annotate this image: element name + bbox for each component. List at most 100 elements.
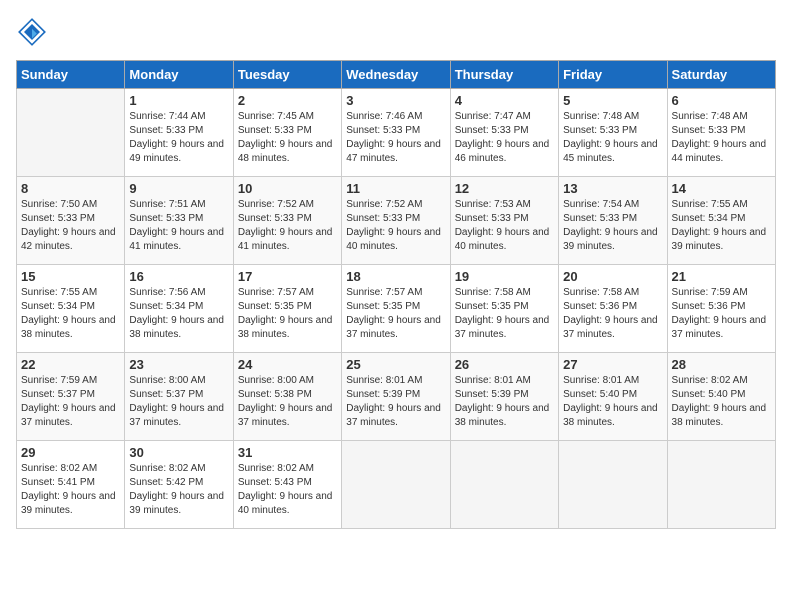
calendar-day: 9 Sunrise: 7:51 AMSunset: 5:33 PMDayligh… bbox=[125, 177, 233, 265]
calendar-day: 26 Sunrise: 8:01 AMSunset: 5:39 PMDaylig… bbox=[450, 353, 558, 441]
calendar-day: 30 Sunrise: 8:02 AMSunset: 5:42 PMDaylig… bbox=[125, 441, 233, 529]
column-header-sunday: Sunday bbox=[17, 61, 125, 89]
calendar-day: 11 Sunrise: 7:52 AMSunset: 5:33 PMDaylig… bbox=[342, 177, 450, 265]
calendar-week-3: 15 Sunrise: 7:55 AMSunset: 5:34 PMDaylig… bbox=[17, 265, 776, 353]
calendar-day: 25 Sunrise: 8:01 AMSunset: 5:39 PMDaylig… bbox=[342, 353, 450, 441]
column-header-tuesday: Tuesday bbox=[233, 61, 341, 89]
day-detail: Sunrise: 7:52 AMSunset: 5:33 PMDaylight:… bbox=[238, 199, 333, 252]
calendar-week-2: 8 Sunrise: 7:50 AMSunset: 5:33 PMDayligh… bbox=[17, 177, 776, 265]
calendar-day: 18 Sunrise: 7:57 AMSunset: 5:35 PMDaylig… bbox=[342, 265, 450, 353]
calendar-day: 28 Sunrise: 8:02 AMSunset: 5:40 PMDaylig… bbox=[667, 353, 775, 441]
calendar-week-4: 22 Sunrise: 7:59 AMSunset: 5:37 PMDaylig… bbox=[17, 353, 776, 441]
calendar-day: 6 Sunrise: 7:48 AMSunset: 5:33 PMDayligh… bbox=[667, 89, 775, 177]
calendar-body: 1 Sunrise: 7:44 AMSunset: 5:33 PMDayligh… bbox=[17, 89, 776, 529]
day-number: 10 bbox=[238, 181, 337, 196]
calendar-day bbox=[17, 89, 125, 177]
day-number: 19 bbox=[455, 269, 554, 284]
day-number: 2 bbox=[238, 93, 337, 108]
calendar-day: 2 Sunrise: 7:45 AMSunset: 5:33 PMDayligh… bbox=[233, 89, 341, 177]
logo-icon bbox=[16, 16, 48, 48]
day-number: 8 bbox=[21, 181, 120, 196]
day-detail: Sunrise: 7:50 AMSunset: 5:33 PMDaylight:… bbox=[21, 199, 116, 252]
calendar-day: 14 Sunrise: 7:55 AMSunset: 5:34 PMDaylig… bbox=[667, 177, 775, 265]
day-detail: Sunrise: 7:47 AMSunset: 5:33 PMDaylight:… bbox=[455, 111, 550, 164]
column-header-monday: Monday bbox=[125, 61, 233, 89]
page-header bbox=[16, 16, 776, 48]
calendar-day: 5 Sunrise: 7:48 AMSunset: 5:33 PMDayligh… bbox=[559, 89, 667, 177]
day-number: 13 bbox=[563, 181, 662, 196]
calendar-day: 4 Sunrise: 7:47 AMSunset: 5:33 PMDayligh… bbox=[450, 89, 558, 177]
day-number: 6 bbox=[672, 93, 771, 108]
day-number: 1 bbox=[129, 93, 228, 108]
calendar-day: 3 Sunrise: 7:46 AMSunset: 5:33 PMDayligh… bbox=[342, 89, 450, 177]
day-number: 15 bbox=[21, 269, 120, 284]
calendar-day bbox=[667, 441, 775, 529]
column-header-thursday: Thursday bbox=[450, 61, 558, 89]
day-detail: Sunrise: 7:59 AMSunset: 5:37 PMDaylight:… bbox=[21, 375, 116, 428]
day-number: 21 bbox=[672, 269, 771, 284]
day-detail: Sunrise: 7:48 AMSunset: 5:33 PMDaylight:… bbox=[672, 111, 767, 164]
day-detail: Sunrise: 8:01 AMSunset: 5:39 PMDaylight:… bbox=[455, 375, 550, 428]
day-number: 16 bbox=[129, 269, 228, 284]
day-number: 14 bbox=[672, 181, 771, 196]
calendar-day: 20 Sunrise: 7:58 AMSunset: 5:36 PMDaylig… bbox=[559, 265, 667, 353]
calendar-week-5: 29 Sunrise: 8:02 AMSunset: 5:41 PMDaylig… bbox=[17, 441, 776, 529]
day-detail: Sunrise: 7:48 AMSunset: 5:33 PMDaylight:… bbox=[563, 111, 658, 164]
day-number: 18 bbox=[346, 269, 445, 284]
calendar-day bbox=[559, 441, 667, 529]
calendar-day bbox=[342, 441, 450, 529]
day-number: 24 bbox=[238, 357, 337, 372]
calendar-week-1: 1 Sunrise: 7:44 AMSunset: 5:33 PMDayligh… bbox=[17, 89, 776, 177]
day-number: 23 bbox=[129, 357, 228, 372]
day-detail: Sunrise: 8:00 AMSunset: 5:38 PMDaylight:… bbox=[238, 375, 333, 428]
day-detail: Sunrise: 7:58 AMSunset: 5:36 PMDaylight:… bbox=[563, 287, 658, 340]
day-detail: Sunrise: 8:00 AMSunset: 5:37 PMDaylight:… bbox=[129, 375, 224, 428]
day-number: 5 bbox=[563, 93, 662, 108]
day-number: 22 bbox=[21, 357, 120, 372]
day-number: 11 bbox=[346, 181, 445, 196]
day-detail: Sunrise: 7:55 AMSunset: 5:34 PMDaylight:… bbox=[672, 199, 767, 252]
day-detail: Sunrise: 7:52 AMSunset: 5:33 PMDaylight:… bbox=[346, 199, 441, 252]
calendar-day: 19 Sunrise: 7:58 AMSunset: 5:35 PMDaylig… bbox=[450, 265, 558, 353]
day-number: 9 bbox=[129, 181, 228, 196]
column-header-friday: Friday bbox=[559, 61, 667, 89]
day-detail: Sunrise: 7:51 AMSunset: 5:33 PMDaylight:… bbox=[129, 199, 224, 252]
day-detail: Sunrise: 8:02 AMSunset: 5:43 PMDaylight:… bbox=[238, 463, 333, 516]
calendar-day: 1 Sunrise: 7:44 AMSunset: 5:33 PMDayligh… bbox=[125, 89, 233, 177]
calendar-day bbox=[450, 441, 558, 529]
day-number: 26 bbox=[455, 357, 554, 372]
column-header-saturday: Saturday bbox=[667, 61, 775, 89]
day-number: 3 bbox=[346, 93, 445, 108]
day-number: 12 bbox=[455, 181, 554, 196]
day-number: 20 bbox=[563, 269, 662, 284]
day-number: 4 bbox=[455, 93, 554, 108]
day-detail: Sunrise: 7:53 AMSunset: 5:33 PMDaylight:… bbox=[455, 199, 550, 252]
calendar-day: 8 Sunrise: 7:50 AMSunset: 5:33 PMDayligh… bbox=[17, 177, 125, 265]
calendar-header-row: SundayMondayTuesdayWednesdayThursdayFrid… bbox=[17, 61, 776, 89]
calendar-day: 21 Sunrise: 7:59 AMSunset: 5:36 PMDaylig… bbox=[667, 265, 775, 353]
calendar-day: 12 Sunrise: 7:53 AMSunset: 5:33 PMDaylig… bbox=[450, 177, 558, 265]
calendar-day: 15 Sunrise: 7:55 AMSunset: 5:34 PMDaylig… bbox=[17, 265, 125, 353]
calendar-day: 16 Sunrise: 7:56 AMSunset: 5:34 PMDaylig… bbox=[125, 265, 233, 353]
day-number: 29 bbox=[21, 445, 120, 460]
day-number: 25 bbox=[346, 357, 445, 372]
calendar-day: 22 Sunrise: 7:59 AMSunset: 5:37 PMDaylig… bbox=[17, 353, 125, 441]
day-detail: Sunrise: 7:57 AMSunset: 5:35 PMDaylight:… bbox=[346, 287, 441, 340]
calendar-day: 29 Sunrise: 8:02 AMSunset: 5:41 PMDaylig… bbox=[17, 441, 125, 529]
day-number: 17 bbox=[238, 269, 337, 284]
calendar-day: 17 Sunrise: 7:57 AMSunset: 5:35 PMDaylig… bbox=[233, 265, 341, 353]
day-detail: Sunrise: 7:55 AMSunset: 5:34 PMDaylight:… bbox=[21, 287, 116, 340]
calendar-day: 24 Sunrise: 8:00 AMSunset: 5:38 PMDaylig… bbox=[233, 353, 341, 441]
calendar-day: 31 Sunrise: 8:02 AMSunset: 5:43 PMDaylig… bbox=[233, 441, 341, 529]
day-detail: Sunrise: 7:59 AMSunset: 5:36 PMDaylight:… bbox=[672, 287, 767, 340]
day-detail: Sunrise: 8:01 AMSunset: 5:39 PMDaylight:… bbox=[346, 375, 441, 428]
day-detail: Sunrise: 7:44 AMSunset: 5:33 PMDaylight:… bbox=[129, 111, 224, 164]
day-detail: Sunrise: 7:45 AMSunset: 5:33 PMDaylight:… bbox=[238, 111, 333, 164]
calendar-day: 23 Sunrise: 8:00 AMSunset: 5:37 PMDaylig… bbox=[125, 353, 233, 441]
column-header-wednesday: Wednesday bbox=[342, 61, 450, 89]
day-detail: Sunrise: 7:54 AMSunset: 5:33 PMDaylight:… bbox=[563, 199, 658, 252]
day-number: 30 bbox=[129, 445, 228, 460]
day-detail: Sunrise: 7:46 AMSunset: 5:33 PMDaylight:… bbox=[346, 111, 441, 164]
calendar-table: SundayMondayTuesdayWednesdayThursdayFrid… bbox=[16, 60, 776, 529]
day-number: 31 bbox=[238, 445, 337, 460]
